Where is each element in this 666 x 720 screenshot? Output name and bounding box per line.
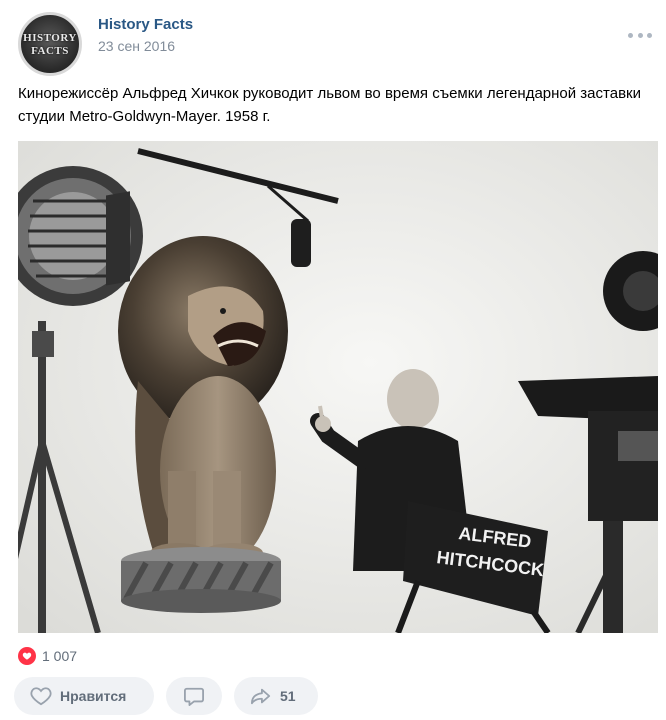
reactions-summary[interactable]: 1 007	[18, 646, 77, 666]
heart-outline-icon	[30, 687, 52, 706]
dot-icon	[647, 32, 652, 38]
share-count: 51	[280, 688, 296, 704]
more-options-button[interactable]	[628, 30, 652, 40]
heart-icon	[18, 647, 36, 665]
pedestal	[121, 547, 281, 613]
share-button[interactable]: 51	[234, 677, 318, 715]
community-name-link[interactable]: History Facts	[98, 16, 193, 33]
reaction-count: 1 007	[42, 648, 78, 664]
comment-icon	[184, 687, 204, 706]
community-avatar[interactable]: HISTORY FACTS	[18, 12, 82, 76]
comment-button[interactable]	[166, 677, 222, 715]
post-photo[interactable]: ALFRED HITCHCOCK	[18, 141, 658, 633]
dot-icon	[628, 32, 633, 38]
like-button-label: Нравится	[60, 688, 127, 704]
post-text: Кинорежиссёр Альфред Хичкок руководит ль…	[18, 85, 641, 125]
avatar-text-line1: HISTORY	[23, 32, 77, 44]
post-header: HISTORY FACTS History Facts 23 сен 2016	[18, 12, 658, 76]
avatar-text-line2: FACTS	[31, 45, 69, 57]
like-button[interactable]: Нравится	[14, 677, 154, 715]
post-date[interactable]: 23 сен 2016	[98, 38, 175, 54]
post-actions: Нравится 51	[14, 677, 318, 715]
dot-icon	[637, 32, 643, 38]
photo-illustration: ALFRED HITCHCOCK	[18, 141, 658, 633]
share-arrow-icon	[251, 688, 271, 705]
